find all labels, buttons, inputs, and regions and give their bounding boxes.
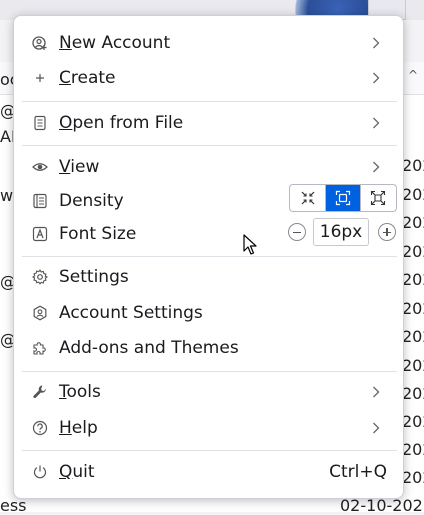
menu-item-label: Open from File (59, 113, 184, 133)
bg-date-fragment: 202 (402, 156, 424, 175)
new-account-icon (32, 36, 47, 50)
chevron-right-icon (373, 161, 380, 173)
menu-item-label: Tools (59, 382, 101, 402)
bg-date-fragment: 202 (402, 412, 424, 431)
menu-item-addons-themes[interactable]: Add-ons and Themes (22, 332, 395, 364)
menu-item-label: Font Size (59, 224, 137, 244)
help-icon (32, 420, 48, 436)
normal-density-icon (335, 190, 351, 206)
menu-item-new-account[interactable]: New Account (22, 27, 395, 59)
quit-shortcut: Ctrl+Q (329, 462, 387, 482)
bg-date-fragment: 202 (402, 299, 424, 318)
menu-separator (22, 101, 397, 102)
compact-icon (301, 191, 315, 205)
density-toggle-group (289, 184, 397, 212)
menu-separator (22, 450, 397, 451)
chevron-right-icon (373, 117, 380, 129)
bg-date-fragment: 202 (402, 213, 424, 232)
bg-date-fragment: 202 (402, 185, 424, 204)
density-normal-button[interactable] (325, 185, 361, 211)
chevron-right-icon (373, 72, 380, 84)
app-menu-panel: New Account Create Open from File View D… (13, 15, 404, 499)
file-icon (34, 115, 46, 131)
menu-item-label: Settings (59, 267, 129, 287)
font-size-value: 16px (313, 218, 369, 246)
menu-item-label: Create (59, 68, 116, 88)
font-size-increase-button[interactable] (378, 223, 396, 241)
eye-icon (32, 163, 48, 171)
menu-item-label: View (59, 157, 100, 177)
mouse-cursor-icon (243, 234, 257, 255)
puzzle-piece-icon (33, 342, 46, 355)
density-compact-button[interactable] (290, 185, 325, 211)
bg-date-fragment: 202 (402, 242, 424, 261)
menu-item-font-size: Font Size 16px (22, 218, 396, 250)
bg-date-fragment: 202 (402, 384, 424, 403)
menu-item-label: Quit (59, 462, 95, 482)
menu-item-quit[interactable]: Quit Ctrl+Q (22, 456, 395, 488)
bg-text-fragment: w (0, 186, 14, 205)
menu-item-label: Account Settings (59, 303, 203, 323)
menu-item-label: Help (59, 418, 98, 438)
menu-item-view[interactable]: View (22, 151, 395, 183)
touch-icon (371, 190, 386, 206)
menu-item-label: New Account (59, 33, 171, 53)
menu-item-label: Add-ons and Themes (59, 338, 239, 358)
menu-item-create[interactable]: Create (22, 62, 395, 94)
menu-separator (22, 371, 397, 372)
chevron-right-icon (373, 422, 380, 434)
account-settings-icon (33, 305, 47, 321)
menu-item-tools[interactable]: Tools (22, 376, 395, 408)
bg-date-fragment: 202 (402, 468, 424, 487)
menu-separator (22, 256, 397, 257)
menu-item-account-settings[interactable]: Account Settings (22, 297, 395, 329)
menu-item-density: Density (22, 184, 397, 217)
wrench-icon (33, 385, 46, 399)
font-size-icon (32, 226, 48, 242)
bg-date-fragment: 202 (402, 270, 424, 289)
bg-date-fragment: 202 (402, 327, 424, 346)
power-icon (33, 465, 47, 479)
bg-date-fragment: 202 (402, 356, 424, 375)
menu-item-label: Density (59, 191, 124, 211)
chevron-right-icon (373, 37, 380, 49)
sort-chevron-icon[interactable]: ^ (408, 68, 424, 84)
font-size-decrease-button[interactable] (288, 223, 306, 241)
chevron-right-icon (373, 386, 380, 398)
density-touch-button[interactable] (361, 185, 396, 211)
gear-icon (32, 269, 48, 285)
menu-item-help[interactable]: Help (22, 412, 395, 444)
plus-icon (36, 74, 44, 82)
menu-item-settings[interactable]: Settings (22, 261, 395, 293)
bg-date-fragment: 202 (402, 440, 424, 459)
density-icon (33, 193, 47, 209)
menu-item-open-from-file[interactable]: Open from File (22, 107, 395, 139)
menu-separator (22, 145, 397, 146)
